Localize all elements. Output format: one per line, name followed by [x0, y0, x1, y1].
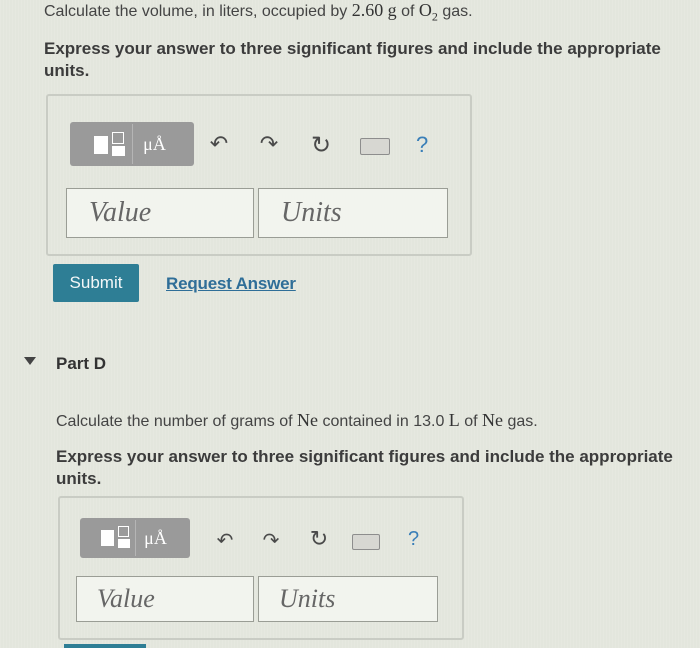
undo-icon[interactable]: ↶	[206, 132, 232, 157]
units-button[interactable]: μÅ	[134, 520, 176, 556]
templates-icon	[88, 130, 132, 158]
request-answer-link[interactable]: Request Answer	[166, 274, 296, 294]
keyboard-icon[interactable]	[352, 534, 380, 550]
redo-icon[interactable]: ↷	[256, 132, 282, 157]
collapse-triangle-icon[interactable]	[24, 357, 36, 365]
submit-button-edge[interactable]	[64, 644, 146, 648]
submit-button[interactable]: Submit	[53, 264, 139, 302]
templates-button[interactable]	[95, 520, 135, 556]
part-d-instruction: Express your answer to three significant…	[56, 447, 673, 488]
formula: O2	[418, 0, 438, 24]
part-d-question: Calculate the number of grams of Ne cont…	[56, 410, 538, 430]
part-d-answer-box: μÅ ↶ ↷ ↻ ? Value Units	[58, 496, 464, 640]
templates-icon	[95, 524, 135, 552]
units-button[interactable]: μÅ	[131, 124, 177, 164]
value-input[interactable]: Value	[76, 576, 254, 622]
part-c-answer-box: μÅ ↶ ↷ ↻ ? Value Units	[46, 94, 472, 256]
reset-icon[interactable]: ↻	[308, 131, 334, 159]
units-input[interactable]: Units	[258, 188, 448, 238]
units-icon: μÅ	[143, 133, 166, 154]
help-icon[interactable]: ?	[408, 528, 419, 551]
undo-icon[interactable]: ↶	[212, 528, 238, 552]
units-icon: μÅ	[144, 527, 167, 548]
math-toolbar-group: μÅ	[80, 518, 190, 558]
units-input[interactable]: Units	[258, 576, 438, 622]
math-toolbar-group: μÅ	[70, 122, 194, 166]
value-input[interactable]: Value	[66, 188, 254, 238]
keyboard-icon[interactable]	[360, 138, 390, 155]
part-d-title[interactable]: Part D	[56, 354, 106, 374]
help-icon[interactable]: ?	[416, 132, 428, 158]
part-c-question: Calculate the volume, in liters, occupie…	[44, 0, 473, 24]
redo-icon[interactable]: ↷	[258, 528, 284, 552]
templates-button[interactable]	[88, 124, 132, 164]
reset-icon[interactable]: ↻	[306, 527, 332, 552]
part-c-instruction: Express your answer to three significant…	[44, 39, 661, 80]
